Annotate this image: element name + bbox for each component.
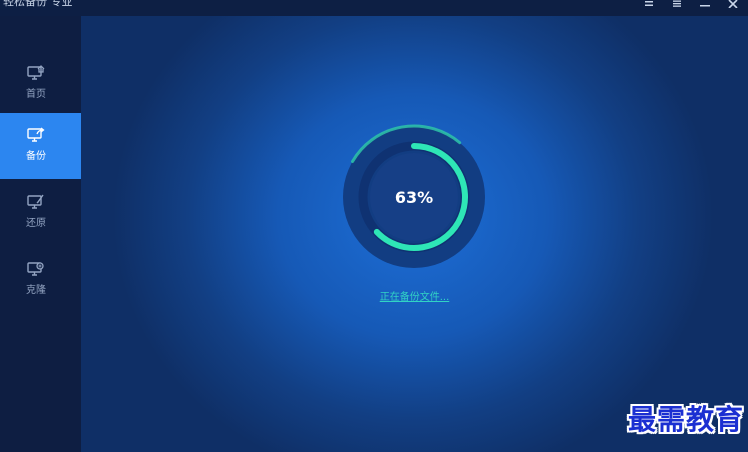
sidebar-item-label: 克隆 xyxy=(26,285,46,296)
clone-monitor-icon xyxy=(27,261,45,277)
list-icon[interactable] xyxy=(670,0,684,8)
progress-ring: 63% xyxy=(341,124,487,270)
backup-monitor-icon xyxy=(27,127,45,143)
progress-percent: 63% xyxy=(394,187,434,207)
minimize-icon[interactable] xyxy=(698,0,712,8)
sidebar-item-label: 首页 xyxy=(26,89,46,100)
sidebar-item-label: 备份 xyxy=(26,151,46,162)
main-panel: 63% 正在备份文件... 最需教育 xyxy=(81,16,748,452)
home-monitor-icon xyxy=(27,65,45,81)
sidebar: 首页 备份 还原 克隆 xyxy=(0,16,81,452)
app-window: 轻松备份 专业 首页 备份 还原 克隆 63% 正在备份文件... 最需教育 xyxy=(0,0,748,452)
sidebar-item-home[interactable]: 首页 xyxy=(0,51,81,117)
title-bar: 轻松备份 专业 xyxy=(0,0,748,16)
sidebar-item-restore[interactable]: 还原 xyxy=(0,180,81,246)
sidebar-item-backup[interactable]: 备份 xyxy=(0,113,81,179)
sidebar-item-label: 还原 xyxy=(26,218,46,229)
watermark-text: 最需教育 xyxy=(627,403,744,436)
backup-status-link[interactable]: 正在备份文件... xyxy=(81,288,748,303)
restore-monitor-icon xyxy=(27,194,45,210)
app-title: 轻松备份 专业 xyxy=(3,0,73,8)
window-controls xyxy=(642,0,740,8)
close-icon[interactable] xyxy=(726,0,740,8)
sidebar-item-clone[interactable]: 克隆 xyxy=(0,247,81,313)
menu-icon[interactable] xyxy=(642,0,656,8)
